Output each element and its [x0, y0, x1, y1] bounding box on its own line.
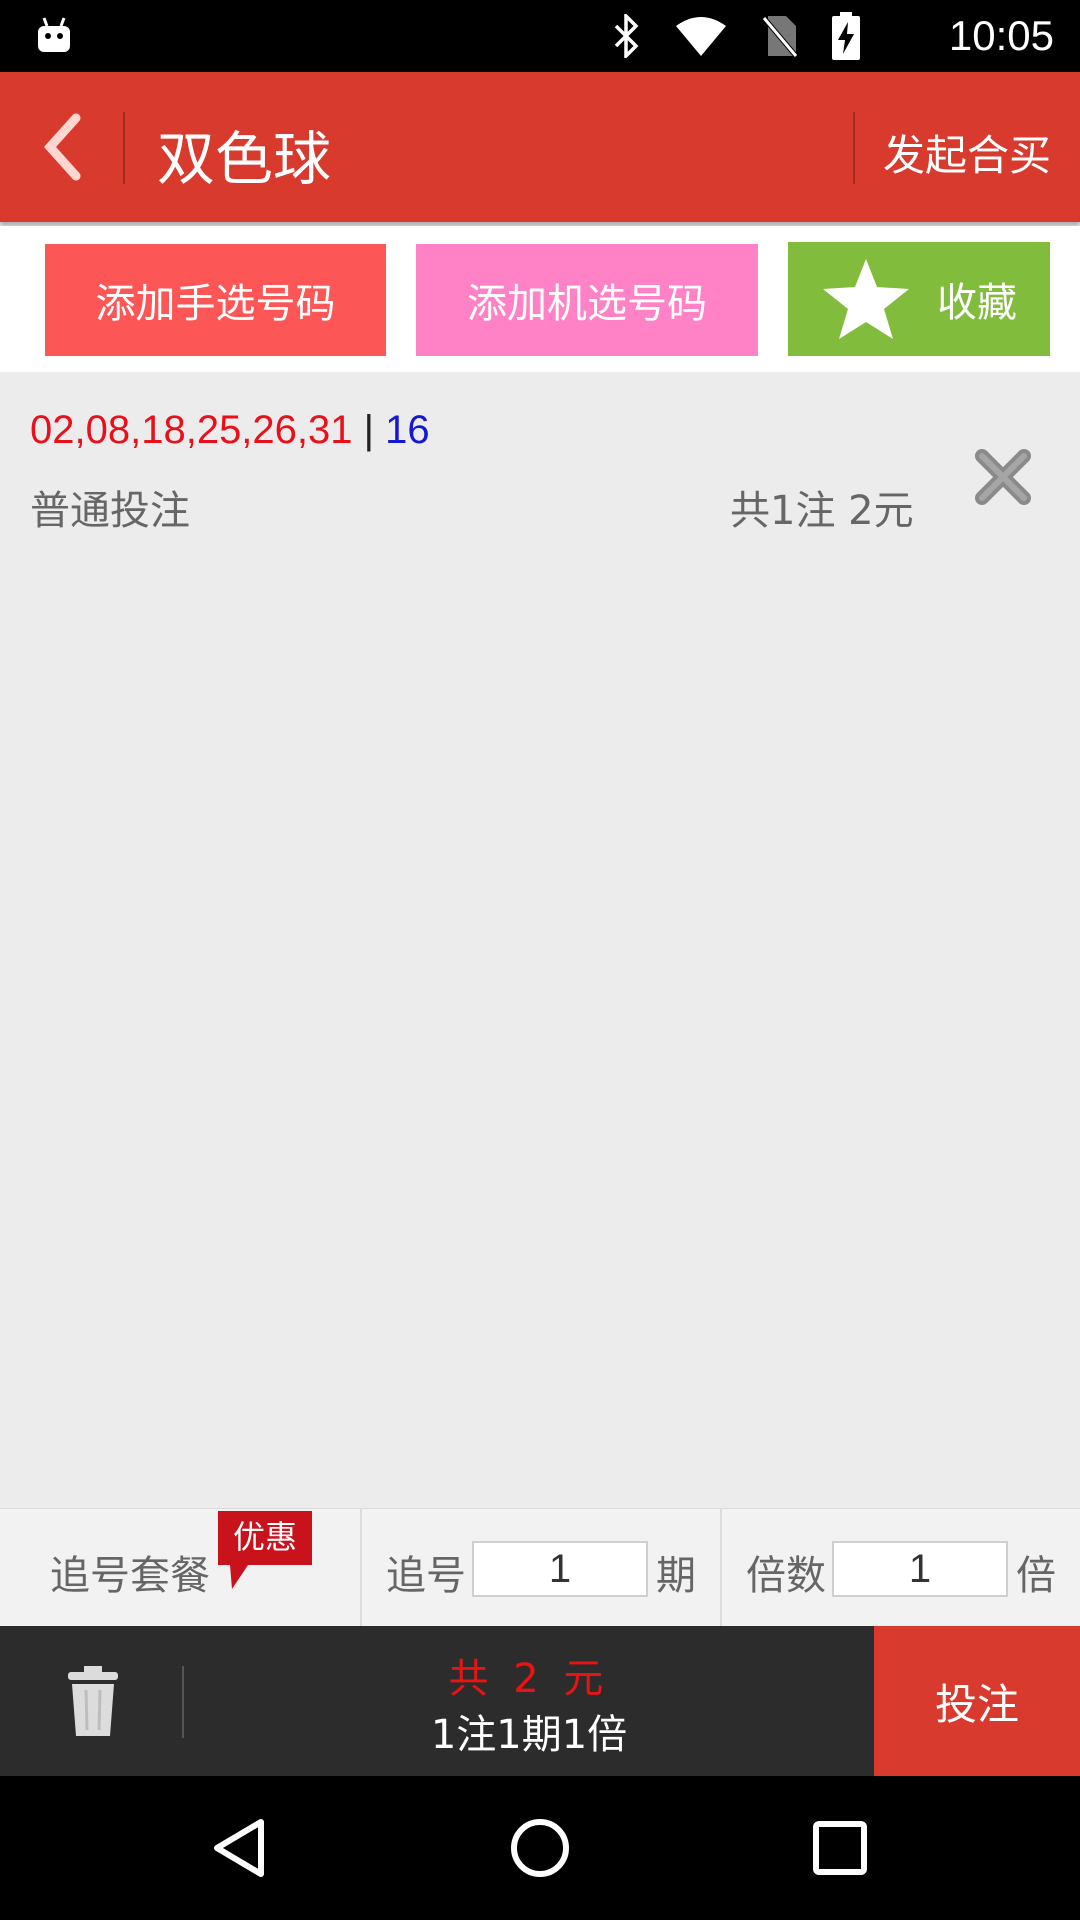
nav-home-icon[interactable] — [504, 1812, 576, 1884]
bet-detail: 1注1期1倍 — [430, 1712, 628, 1758]
app-bar: 双色球 发起合买 — [0, 72, 1080, 222]
ticket-numbers: 02,08,18,25,26,31 | 16 — [30, 408, 430, 453]
multiplier-label: 倍数 — [746, 1553, 826, 1599]
no-sim-icon — [762, 16, 798, 58]
battery-charging-icon — [832, 12, 860, 60]
bluetooth-icon — [614, 14, 639, 58]
chase-periods-label: 追号 — [386, 1553, 466, 1599]
add-manual-numbers-button[interactable]: 添加手选号码 — [45, 244, 386, 356]
star-icon — [823, 259, 909, 339]
system-icons — [612, 12, 860, 60]
place-bet-button[interactable]: 投注 — [874, 1626, 1080, 1776]
number-separator: | — [352, 408, 386, 452]
divider — [853, 112, 855, 184]
favorite-button[interactable]: 收藏 — [788, 242, 1050, 356]
clock: 10:05 — [948, 12, 1054, 59]
ticket-summary: 共1注 2元 — [730, 488, 914, 534]
action-buttons: 添加手选号码 添加机选号码 收藏 — [0, 226, 1080, 372]
multiplier-input[interactable]: 1 — [832, 1541, 1008, 1597]
delete-ticket-icon[interactable] — [972, 446, 1034, 508]
system-nav-bar — [0, 1776, 1080, 1920]
bottom-action-bar: 共 2 元 1注1期1倍 投注 — [0, 1626, 1080, 1776]
favorite-label: 收藏 — [937, 280, 1017, 326]
total-amount: 共 2 元 — [448, 1656, 610, 1702]
back-arrow-icon[interactable] — [40, 110, 120, 184]
bet-type: 普通投注 — [30, 488, 190, 534]
status-bar: 10:05 — [0, 0, 1080, 72]
blue-ball-number: 16 — [385, 408, 430, 452]
chase-periods-cell: 追号 1 期 — [360, 1509, 720, 1627]
nav-back-icon[interactable] — [205, 1812, 277, 1884]
chase-package-label: 追号套餐 — [50, 1553, 210, 1599]
red-ball-numbers: 02,08,18,25,26,31 — [30, 408, 353, 452]
chase-package-button[interactable]: 追号套餐 优惠 — [0, 1509, 360, 1627]
add-random-numbers-button[interactable]: 添加机选号码 — [416, 244, 758, 356]
divider — [123, 112, 125, 184]
page-title: 双色球 — [157, 125, 332, 193]
group-buy-button[interactable]: 发起合买 — [883, 122, 1051, 183]
chase-options-bar: 追号套餐 优惠 追号 1 期 倍数 1 倍 — [0, 1508, 1080, 1627]
discount-badge: 优惠 — [218, 1511, 312, 1589]
badge-label: 优惠 — [233, 1518, 297, 1556]
wifi-icon — [676, 17, 726, 56]
nav-recents-icon[interactable] — [804, 1812, 876, 1884]
multiplier-cell: 倍数 1 倍 — [720, 1509, 1080, 1627]
android-debug-icon — [38, 17, 70, 52]
chase-periods-unit: 期 — [656, 1553, 696, 1599]
multiplier-unit: 倍 — [1016, 1553, 1056, 1599]
chase-periods-input[interactable]: 1 — [472, 1541, 648, 1597]
trash-icon[interactable] — [66, 1666, 120, 1738]
